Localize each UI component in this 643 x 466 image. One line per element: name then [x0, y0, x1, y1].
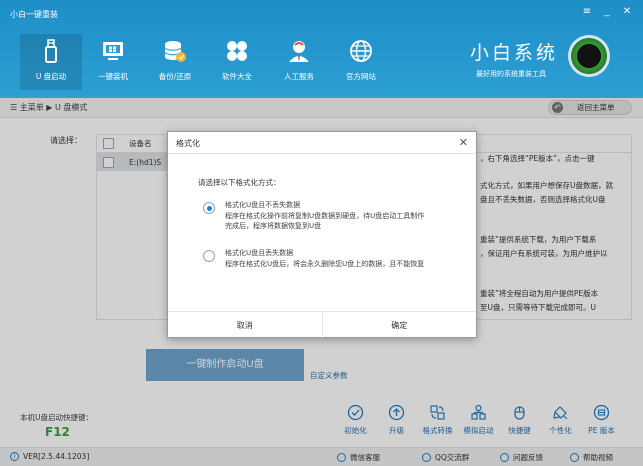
- option-desc: 程序在格式化操作前将复制U盘数据到硬盘，待U盘启动工具制作: [225, 211, 425, 220]
- nav-item-usb-boot[interactable]: U 盘启动: [20, 34, 82, 90]
- dialog-close-icon[interactable]: ✕: [459, 136, 468, 149]
- dialog-footer: 取消 确定: [168, 311, 476, 338]
- app-title: 小白一键重装: [10, 10, 58, 19]
- option-title: 格式化U盘且不丢失数据: [225, 201, 301, 209]
- main-nav: U 盘启动 一键装机 备份/还原 软件大全 人工服务 官方网站: [20, 34, 392, 90]
- nav-label: 一键装机: [98, 72, 128, 81]
- brand-slogan: 最好用的系统重装工具: [476, 70, 546, 78]
- nav-label: 软件大全: [222, 72, 252, 81]
- radio-keep-data[interactable]: [203, 202, 215, 214]
- nav-item-backup-restore[interactable]: 备份/还原: [144, 34, 206, 90]
- confirm-button[interactable]: 确定: [321, 312, 477, 338]
- dialog-prompt: 请选择以下格式化方式：: [198, 178, 281, 187]
- nav-item-one-click-install[interactable]: 一键装机: [82, 34, 144, 90]
- cancel-button[interactable]: 取消: [168, 312, 322, 338]
- apps-icon: [227, 41, 247, 61]
- nav-label: 人工服务: [284, 72, 314, 81]
- monitor-icon: [103, 42, 123, 60]
- format-option-keep-data[interactable]: 格式化U盘且不丢失数据 程序在格式化操作前将复制U盘数据到硬盘，待U盘启动工具制…: [203, 200, 463, 232]
- header-bar: 小白一键重装 ≡ _ ✕ U 盘启动 一键装机 备份/还原 软件大全 人工服务 …: [0, 0, 643, 98]
- globe-icon: [350, 40, 372, 62]
- brand-name: 小白系统: [470, 42, 559, 64]
- person-service-icon: [289, 41, 309, 62]
- minimize-button[interactable]: _: [600, 6, 614, 17]
- nav-label: U 盘启动: [35, 72, 67, 81]
- format-dialog: 格式化 ✕ 请选择以下格式化方式： 格式化U盘且不丢失数据 程序在格式化操作前将…: [167, 131, 477, 338]
- dialog-title: 格式化: [168, 132, 476, 154]
- menu-icon[interactable]: ≡: [580, 6, 594, 17]
- nav-label: 官方网站: [346, 72, 376, 81]
- close-window-button[interactable]: ✕: [620, 6, 634, 17]
- nav-item-official-site[interactable]: 官方网站: [330, 34, 392, 90]
- option-title: 格式化U盘且丢失数据: [225, 249, 294, 257]
- option-desc: 程序在格式化U盘后，将会永久删除您U盘上的数据，且不能恢复: [225, 259, 425, 268]
- option-desc: 完成后，程序将数据恢复到U盘: [225, 222, 322, 230]
- nav-label: 备份/还原: [158, 72, 192, 81]
- usb-drive-icon: [45, 39, 57, 63]
- nav-item-software[interactable]: 软件大全: [206, 34, 268, 90]
- radio-lose-data[interactable]: [203, 250, 215, 262]
- brand: 小白系统 最好用的系统重装工具: [470, 38, 558, 79]
- format-option-lose-data[interactable]: 格式化U盘且丢失数据 程序在格式化U盘后，将会永久删除您U盘上的数据，且不能恢复: [203, 248, 463, 269]
- brand-logo: [568, 35, 610, 77]
- nav-item-manual-service[interactable]: 人工服务: [268, 34, 330, 90]
- database-icon: [164, 41, 186, 62]
